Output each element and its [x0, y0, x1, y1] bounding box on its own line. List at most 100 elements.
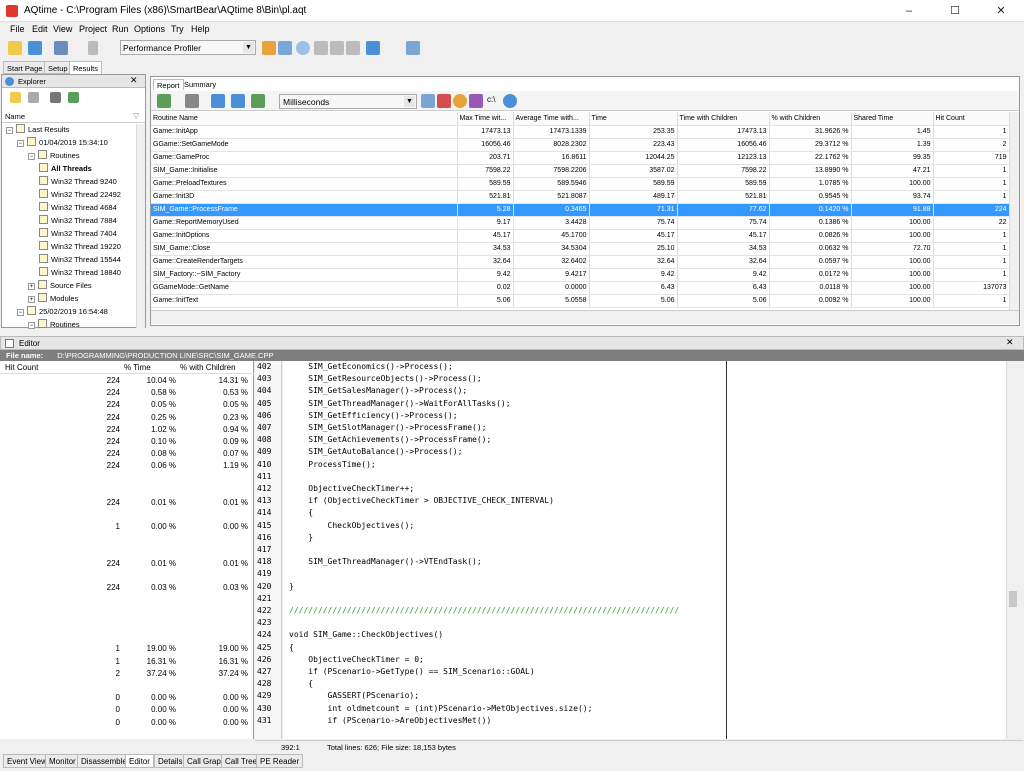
snapshot-icon[interactable]: [314, 41, 328, 55]
menu-try[interactable]: Try: [171, 24, 184, 34]
scrollbar-thumb[interactable]: [1009, 591, 1017, 607]
expand-icon[interactable]: +: [28, 296, 35, 303]
profiler-select[interactable]: Performance Profiler ▼: [120, 40, 256, 55]
tree-item[interactable]: + Source Files: [28, 280, 92, 293]
maximize-button[interactable]: ☐: [932, 0, 978, 22]
chevron-down-icon[interactable]: ▼: [243, 42, 254, 53]
close-icon[interactable]: ✕: [1006, 337, 1014, 348]
tab-start-page[interactable]: Start Page: [3, 61, 47, 74]
tree-item[interactable]: − Last Results: [6, 124, 69, 137]
tree-item[interactable]: Win32 Thread 7884: [39, 215, 117, 228]
column-header[interactable]: Hit Count: [933, 112, 1009, 126]
table-row[interactable]: Game::CreateRenderTargets 32.64 32.6402 32.…: [151, 255, 1009, 269]
table-row[interactable]: Game::InitOptions 45.17 45.1700 45.17 45.17 0…: [151, 229, 1009, 243]
attach-icon[interactable]: [262, 41, 276, 55]
menu-view[interactable]: View: [53, 24, 72, 34]
copy-icon[interactable]: [28, 92, 39, 103]
column-header[interactable]: Average Time with...: [513, 112, 590, 126]
menu-file[interactable]: File: [10, 24, 25, 34]
bottom-tab[interactable]: Call Tree: [221, 754, 262, 768]
table-row[interactable]: Game::GameProc 203.71 16.8611 12044.25 12123…: [151, 151, 1009, 165]
menu-run[interactable]: Run: [112, 24, 129, 34]
bottom-tab[interactable]: PE Reader: [256, 754, 304, 768]
expand-icon[interactable]: +: [28, 283, 35, 290]
close-icon[interactable]: ✕: [130, 75, 138, 86]
tree-item[interactable]: Win32 Thread 18840: [39, 267, 121, 280]
compare-icon[interactable]: [346, 41, 360, 55]
column-header[interactable]: Time with Children: [677, 112, 770, 126]
folder-icon[interactable]: [10, 92, 21, 103]
tree-item[interactable]: Win32 Thread 22492: [39, 189, 121, 202]
minimize-button[interactable]: –: [886, 0, 932, 22]
new-window-icon[interactable]: [28, 41, 42, 55]
tree-item[interactable]: − 25/02/2019 16:54:48: [17, 306, 108, 319]
pause-icon[interactable]: [88, 41, 98, 55]
bottom-tab[interactable]: Event View: [3, 754, 51, 768]
layout-icon[interactable]: [366, 41, 380, 55]
code-editor[interactable]: SIM_GetEconomics()->Process(); SIM_GetRe…: [283, 361, 1006, 739]
report-h-scrollbar[interactable]: [151, 310, 1019, 324]
table-row[interactable]: GGameMode::GetName 0.02 0.0000 6.43 6.43 0.01…: [151, 281, 1009, 295]
tab-report[interactable]: Report: [153, 79, 184, 90]
tab-summary[interactable]: Summary: [181, 79, 219, 90]
table-row[interactable]: SIM_Factory::~SIM_Factory 9.42 9.4217 9.42 9…: [151, 268, 1009, 282]
bottom-tab[interactable]: Monitor: [45, 754, 80, 768]
table-row[interactable]: SIM_Game::ProcessFrame 5.28 0.3465 71.31 77.…: [151, 203, 1009, 217]
save-icon[interactable]: [54, 41, 68, 55]
grid-icon[interactable]: [231, 94, 245, 108]
copy-icon[interactable]: [406, 41, 420, 55]
column-header[interactable]: Max Time wit...: [457, 112, 514, 126]
export-icon[interactable]: [211, 94, 225, 108]
column-header[interactable]: % with Children: [769, 112, 852, 126]
menu-options[interactable]: Options: [134, 24, 165, 34]
refresh-icon[interactable]: [157, 94, 171, 108]
save-icon[interactable]: [50, 92, 61, 103]
view-icon[interactable]: [68, 92, 79, 103]
tree-item[interactable]: − Routines: [28, 150, 80, 163]
collapse-icon[interactable]: −: [6, 127, 13, 134]
editor-scrollbar[interactable]: [1006, 361, 1018, 739]
collapse-icon[interactable]: −: [28, 322, 35, 329]
percent-icon[interactable]: [437, 94, 451, 108]
tree-item[interactable]: Win32 Thread 19220: [39, 241, 121, 254]
settings-icon[interactable]: [278, 41, 292, 55]
close-button[interactable]: ✕: [978, 0, 1024, 22]
document-icon[interactable]: [421, 94, 435, 108]
table-row[interactable]: GGame::SetGameMode 16056.46 8028.2302 223.4…: [151, 138, 1009, 152]
clear-icon[interactable]: [330, 41, 344, 55]
tree-item[interactable]: − 01/04/2019 15:34:10: [17, 137, 108, 150]
tab-setup[interactable]: Setup: [44, 61, 72, 74]
pie-icon[interactable]: [453, 94, 467, 108]
report-scrollbar[interactable]: [1009, 112, 1019, 310]
menu-help[interactable]: Help: [191, 24, 210, 34]
menu-project[interactable]: Project: [79, 24, 107, 34]
table-row[interactable]: Game::PreloadTextures 589.59 589.5946 589.5…: [151, 177, 1009, 191]
tree-item[interactable]: Win32 Thread 9240: [39, 176, 117, 189]
table-row[interactable]: SIM_Game::Initialise 7598.22 7598.2206 3587…: [151, 164, 1009, 178]
column-header[interactable]: Time: [589, 112, 678, 126]
group-icon[interactable]: [185, 94, 199, 108]
table-row[interactable]: Game::ReportMemoryUsed 9.17 3.4428 75.74 75.…: [151, 216, 1009, 230]
explorer-scrollbar[interactable]: [136, 124, 145, 328]
tree-item[interactable]: + Modules: [28, 293, 78, 306]
tree-item[interactable]: Win32 Thread 15544: [39, 254, 121, 267]
table-row[interactable]: Game::InitApp 17473.13 17473.1339 253.35 174…: [151, 125, 1009, 139]
menu-edit[interactable]: Edit: [32, 24, 48, 34]
collapse-icon[interactable]: −: [28, 153, 35, 160]
table-row[interactable]: SIM_Game::Close 34.53 34.5304 25.10 34.53 0.0…: [151, 242, 1009, 256]
color-icon[interactable]: [469, 94, 483, 108]
column-header[interactable]: Shared Time: [851, 112, 934, 126]
column-header[interactable]: Routine Name: [151, 112, 458, 126]
filter-icon[interactable]: [251, 94, 265, 108]
tree-item[interactable]: − Routines: [28, 319, 80, 329]
filter-icon[interactable]: ▽: [133, 111, 139, 120]
bottom-tab[interactable]: Editor: [125, 754, 154, 768]
collapse-icon[interactable]: −: [17, 309, 24, 316]
open-project-icon[interactable]: [8, 41, 22, 55]
tree-item[interactable]: Win32 Thread 7404: [39, 228, 117, 241]
chevron-down-icon[interactable]: ▼: [404, 96, 415, 107]
path-button[interactable]: c:\: [487, 95, 495, 104]
help-icon[interactable]: [503, 94, 517, 108]
tree-item[interactable]: All Threads: [39, 163, 92, 176]
table-row[interactable]: Game::InitText 5.06 5.0558 5.06 5.06 0.0092 %…: [151, 294, 1009, 308]
